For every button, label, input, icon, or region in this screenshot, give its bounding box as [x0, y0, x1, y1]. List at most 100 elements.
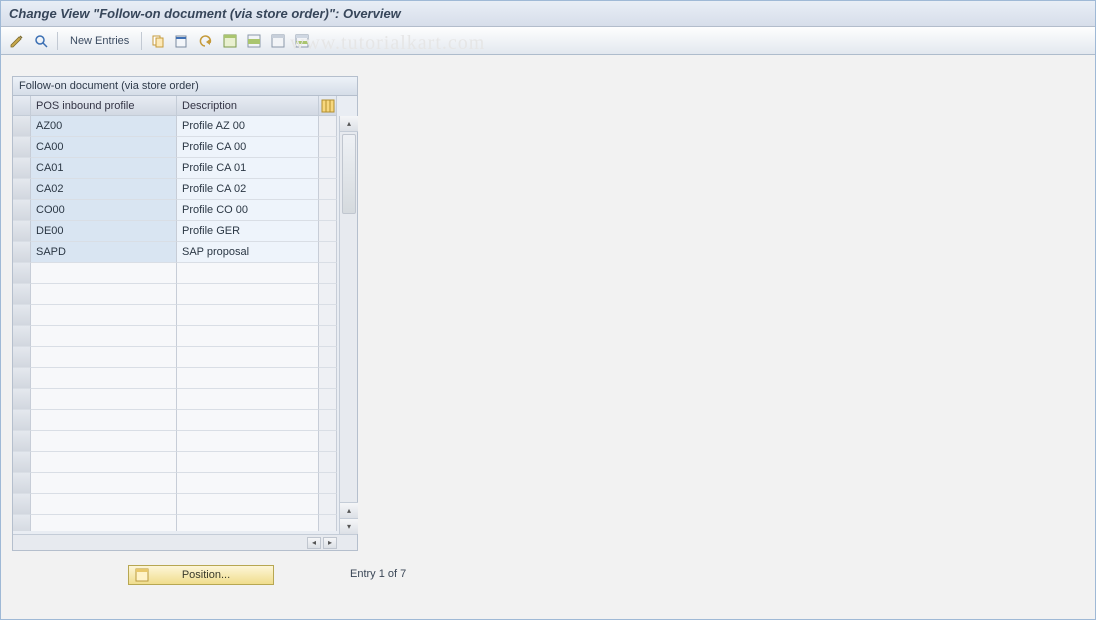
cell-profile[interactable]: [31, 368, 177, 389]
row-selector[interactable]: [13, 242, 31, 263]
row-selector[interactable]: [13, 284, 31, 305]
row-selector[interactable]: [13, 452, 31, 473]
row-selector[interactable]: [13, 515, 31, 531]
table-row[interactable]: CA01Profile CA 01: [13, 158, 357, 179]
table-row[interactable]: DE00Profile GER: [13, 221, 357, 242]
horizontal-scrollbar[interactable]: ◂ ▸: [13, 534, 357, 550]
cell-description[interactable]: [177, 305, 319, 326]
scroll-left-icon[interactable]: ◂: [307, 537, 321, 549]
deselect-all-icon[interactable]: [268, 31, 288, 51]
table-settings-icon[interactable]: [292, 31, 312, 51]
row-selector[interactable]: [13, 158, 31, 179]
delete-icon[interactable]: [172, 31, 192, 51]
copy-as-icon[interactable]: [148, 31, 168, 51]
cell-profile[interactable]: [31, 410, 177, 431]
cell-profile[interactable]: [31, 284, 177, 305]
select-all-icon[interactable]: [220, 31, 240, 51]
cell-description[interactable]: [177, 410, 319, 431]
cell-profile[interactable]: DE00: [31, 221, 177, 242]
row-selector[interactable]: [13, 305, 31, 326]
row-selector[interactable]: [13, 494, 31, 515]
cell-description[interactable]: Profile CA 02: [177, 179, 319, 200]
cell-profile[interactable]: SAPD: [31, 242, 177, 263]
cell-profile[interactable]: [31, 494, 177, 515]
cell-description[interactable]: Profile CO 00: [177, 200, 319, 221]
scroll-right-icon[interactable]: ▸: [323, 537, 337, 549]
cell-description[interactable]: [177, 473, 319, 494]
cell-description[interactable]: [177, 263, 319, 284]
row-selector[interactable]: [13, 326, 31, 347]
table-row[interactable]: [13, 452, 357, 473]
cell-profile[interactable]: CA02: [31, 179, 177, 200]
row-selector[interactable]: [13, 368, 31, 389]
cell-description[interactable]: Profile AZ 00: [177, 116, 319, 137]
cell-profile[interactable]: [31, 326, 177, 347]
cell-description[interactable]: [177, 326, 319, 347]
cell-description[interactable]: [177, 284, 319, 305]
table-row[interactable]: [13, 284, 357, 305]
configure-columns-icon[interactable]: [319, 96, 337, 116]
row-selector[interactable]: [13, 179, 31, 200]
table-row[interactable]: [13, 368, 357, 389]
table-row[interactable]: SAPDSAP proposal: [13, 242, 357, 263]
position-button[interactable]: Position...: [128, 565, 274, 585]
table-row[interactable]: [13, 326, 357, 347]
table-row[interactable]: [13, 410, 357, 431]
cell-description[interactable]: Profile CA 01: [177, 158, 319, 179]
row-selector[interactable]: [13, 431, 31, 452]
table-row[interactable]: [13, 431, 357, 452]
details-icon[interactable]: [31, 31, 51, 51]
table-row[interactable]: [13, 389, 357, 410]
cell-description[interactable]: [177, 452, 319, 473]
scroll-thumb[interactable]: [342, 134, 356, 214]
cell-profile[interactable]: CA01: [31, 158, 177, 179]
toggle-change-mode-icon[interactable]: [7, 31, 27, 51]
row-selector[interactable]: [13, 263, 31, 284]
cell-profile[interactable]: [31, 389, 177, 410]
cell-description[interactable]: SAP proposal: [177, 242, 319, 263]
cell-description[interactable]: Profile GER: [177, 221, 319, 242]
row-selector[interactable]: [13, 410, 31, 431]
table-row[interactable]: [13, 305, 357, 326]
scroll-down-icon-2[interactable]: ▾: [340, 518, 358, 534]
undo-change-icon[interactable]: [196, 31, 216, 51]
cell-profile[interactable]: AZ00: [31, 116, 177, 137]
cell-description[interactable]: [177, 515, 319, 531]
cell-profile[interactable]: [31, 515, 177, 531]
cell-description[interactable]: [177, 389, 319, 410]
table-row[interactable]: CA02Profile CA 02: [13, 179, 357, 200]
cell-description[interactable]: Profile CA 00: [177, 137, 319, 158]
table-row[interactable]: CA00Profile CA 00: [13, 137, 357, 158]
cell-profile[interactable]: [31, 305, 177, 326]
vertical-scrollbar[interactable]: ▴ ▴ ▾: [339, 116, 357, 534]
row-selector[interactable]: [13, 389, 31, 410]
new-entries-button[interactable]: New Entries: [64, 35, 135, 47]
table-row[interactable]: [13, 473, 357, 494]
table-row[interactable]: CO00Profile CO 00: [13, 200, 357, 221]
cell-description[interactable]: [177, 347, 319, 368]
select-block-icon[interactable]: [244, 31, 264, 51]
cell-profile[interactable]: CO00: [31, 200, 177, 221]
table-row[interactable]: [13, 494, 357, 515]
cell-description[interactable]: [177, 494, 319, 515]
row-selector[interactable]: [13, 221, 31, 242]
row-selector[interactable]: [13, 200, 31, 221]
table-row[interactable]: [13, 263, 357, 284]
cell-description[interactable]: [177, 368, 319, 389]
row-selector[interactable]: [13, 137, 31, 158]
cell-profile[interactable]: [31, 452, 177, 473]
column-select-all[interactable]: [13, 96, 31, 116]
row-selector[interactable]: [13, 347, 31, 368]
cell-profile[interactable]: CA00: [31, 137, 177, 158]
scroll-up-icon[interactable]: ▴: [340, 116, 358, 132]
table-row[interactable]: [13, 347, 357, 368]
table-row[interactable]: [13, 515, 357, 531]
scroll-down-icon[interactable]: ▴: [340, 502, 358, 518]
row-selector[interactable]: [13, 116, 31, 137]
cell-description[interactable]: [177, 431, 319, 452]
column-header-profile[interactable]: POS inbound profile: [31, 96, 177, 116]
cell-profile[interactable]: [31, 347, 177, 368]
cell-profile[interactable]: [31, 263, 177, 284]
row-selector[interactable]: [13, 473, 31, 494]
column-header-description[interactable]: Description: [177, 96, 319, 116]
